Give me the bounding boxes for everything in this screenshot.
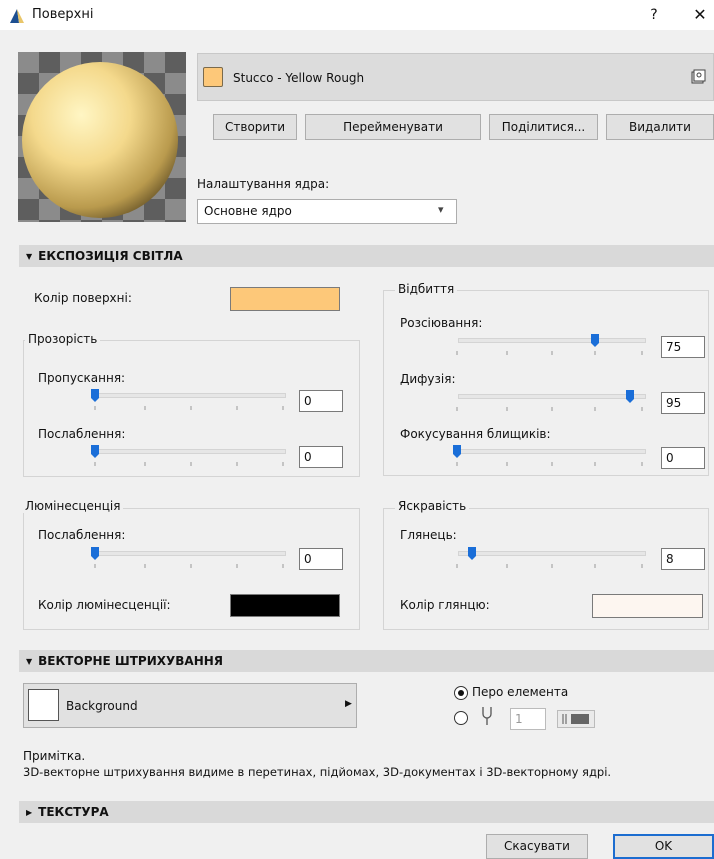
luminescence-attenuation-label: Послаблення: (38, 528, 126, 542)
luminescence-attenuation-value[interactable]: 0 (299, 548, 343, 570)
luminescence-color-swatch[interactable] (230, 594, 340, 617)
window-title: Поверхні (32, 7, 94, 22)
transmission-slider[interactable] (90, 388, 290, 412)
surface-color-label: Колір поверхні: (34, 291, 132, 305)
rename-button[interactable]: Перейменувати (305, 114, 481, 140)
note-text: 3D-векторне штрихування видиме в перетин… (23, 765, 612, 779)
close-button[interactable]: ✕ (686, 4, 714, 26)
luminescence-color-label: Колір люмінесценції: (38, 598, 171, 612)
section-exposure-title: ЕКСПОЗИЦІЯ СВІТЛА (38, 249, 183, 263)
diffusion-label: Розсіювання: (400, 316, 483, 330)
specular-label: Фокусування блищиків: (400, 427, 551, 441)
pen-color-pattern-icon[interactable] (557, 710, 595, 728)
diffusion-value[interactable]: 75 (661, 336, 705, 358)
gloss-label: Глянець: (400, 528, 457, 542)
title-bar (0, 0, 714, 30)
pen-number-field[interactable]: 1 (510, 708, 546, 730)
create-button[interactable]: Створити (213, 114, 297, 140)
library-icon[interactable] (690, 69, 706, 85)
diffuse-label: Дифузія: (400, 372, 456, 386)
gloss-color-label: Колір глянцю: (400, 598, 490, 612)
hatch-pattern-label: Background (66, 699, 138, 713)
core-settings-select[interactable]: Основне ядро (197, 199, 457, 224)
material-name[interactable]: Stucco - Yellow Rough (233, 71, 364, 85)
brightness-title: Яскравість (395, 499, 470, 513)
transmission-label: Пропускання: (38, 371, 126, 385)
help-button[interactable]: ? (640, 4, 668, 26)
section-exposure[interactable]: ▼ ЕКСПОЗИЦІЯ СВІТЛА (19, 245, 714, 267)
gloss-slider[interactable] (452, 546, 652, 570)
reflection-title: Відбиття (395, 282, 458, 296)
pen-element-label: Перо елемента (472, 685, 569, 699)
section-vector-hatch-title: ВЕКТОРНЕ ШТРИХУВАННЯ (38, 654, 224, 668)
specular-value[interactable]: 0 (661, 447, 705, 469)
gloss-value[interactable]: 8 (661, 548, 705, 570)
collapse-triangle-icon: ▼ (26, 657, 33, 666)
transparency-title: Прозорість (25, 332, 101, 346)
material-preview (18, 52, 186, 222)
custom-pen-radio[interactable] (454, 711, 468, 725)
chevron-right-icon: ▶ (345, 699, 352, 709)
diffuse-value[interactable]: 95 (661, 392, 705, 414)
gloss-color-swatch[interactable] (592, 594, 703, 618)
specular-slider[interactable] (452, 444, 652, 468)
transparency-attenuation-value[interactable]: 0 (299, 446, 343, 468)
transparency-attenuation-slider[interactable] (90, 444, 290, 468)
diffusion-slider[interactable] (452, 333, 652, 357)
ok-button[interactable]: OK (613, 834, 714, 859)
luminescence-attenuation-slider[interactable] (90, 546, 290, 570)
transparency-attenuation-label: Послаблення: (38, 427, 126, 441)
transmission-value[interactable]: 0 (299, 390, 343, 412)
luminescence-title: Люмінесценція (22, 499, 124, 513)
share-button[interactable]: Поділитися... (489, 114, 598, 140)
delete-button[interactable]: Видалити (606, 114, 714, 140)
collapse-triangle-icon: ▼ (26, 252, 33, 261)
cancel-button[interactable]: Скасувати (486, 834, 588, 859)
pen-element-radio[interactable] (454, 686, 468, 700)
diffuse-slider[interactable] (452, 389, 652, 413)
hatch-pattern-swatch (28, 689, 59, 721)
core-settings-label: Налаштування ядра: (197, 177, 330, 191)
expand-triangle-icon: ▶ (26, 808, 33, 817)
section-vector-hatch[interactable]: ▼ ВЕКТОРНЕ ШТРИХУВАННЯ (19, 650, 714, 672)
surface-color-swatch[interactable] (230, 287, 340, 311)
app-logo-icon (10, 9, 24, 23)
note-title: Примітка. (23, 749, 86, 763)
pen-icon (482, 707, 492, 725)
section-texture-title: ТЕКСТУРА (38, 805, 109, 819)
material-color-swatch[interactable] (203, 67, 223, 87)
chevron-down-icon: ▾ (438, 203, 444, 216)
section-texture[interactable]: ▶ ТЕКСТУРА (19, 801, 714, 823)
